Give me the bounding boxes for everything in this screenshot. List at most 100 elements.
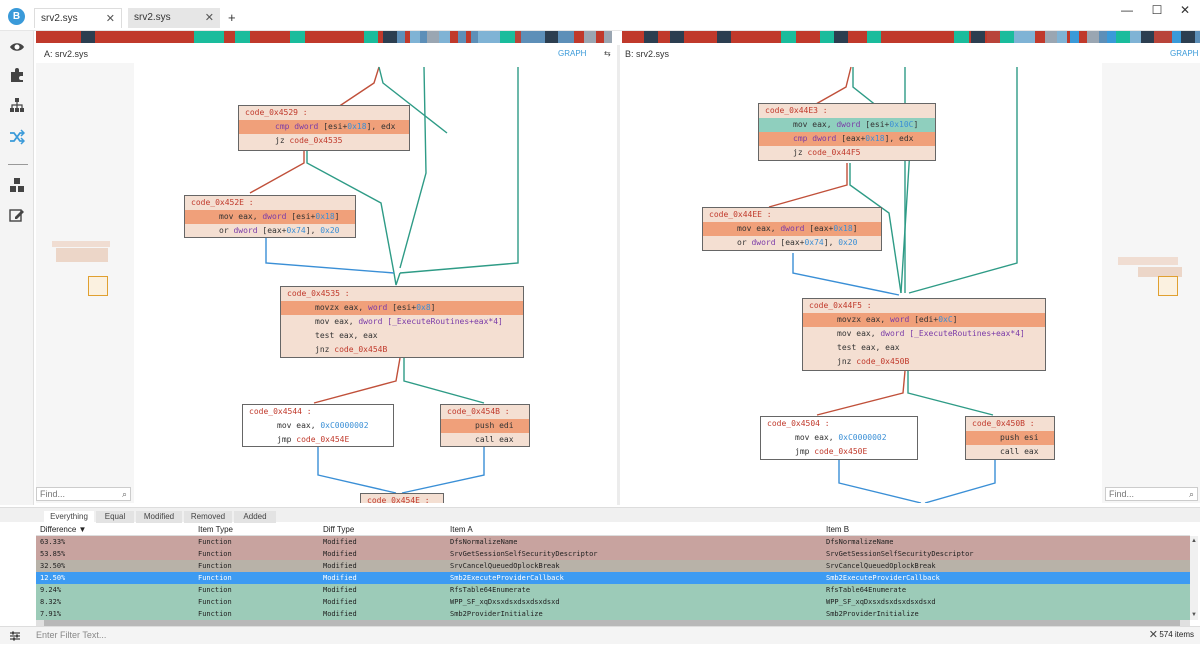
eye-icon[interactable] (8, 39, 26, 57)
minimap[interactable] (36, 63, 134, 503)
overview-segment (69, 31, 78, 43)
asm-line: test eax, eax (837, 343, 900, 352)
tab-file-b[interactable]: srv2.sys ✕ (128, 8, 220, 28)
sidebar (0, 31, 34, 505)
overview-segment (566, 31, 574, 43)
table-cell: Modified (323, 562, 357, 570)
code-block[interactable]: code_0x454E : (360, 493, 444, 503)
close-window-button[interactable]: ✕ (1170, 2, 1200, 18)
code-block[interactable]: code_0x44F5 : movzx eax, word [edi+0xC] … (802, 298, 1046, 371)
overview-segment (333, 31, 337, 43)
minimize-button[interactable]: — (1112, 2, 1142, 18)
cubes-icon[interactable] (8, 177, 26, 195)
table-row[interactable]: 7.91% Function Modified Smb2ProviderInitial… (36, 608, 1190, 620)
graph-mode-button[interactable]: GRAPH (558, 45, 586, 63)
code-block[interactable]: code_0x452E : mov eax, dword [esi+0x18] … (184, 195, 356, 238)
tab-modified[interactable]: Modified (136, 511, 182, 523)
column-header-diff-type[interactable]: Diff Type (323, 524, 354, 536)
overview-bar-a[interactable] (36, 31, 616, 43)
overview-segment (112, 31, 117, 43)
overview-segment (337, 31, 349, 43)
swap-icon[interactable]: ⇆ (604, 45, 611, 63)
graph-mode-button[interactable]: GRAPH (1170, 45, 1198, 63)
asm-line: call eax (1000, 447, 1039, 456)
settings-icon[interactable] (9, 630, 21, 645)
tab-equal[interactable]: Equal (96, 511, 134, 523)
overview-segment (305, 31, 313, 43)
filter-input[interactable]: Enter Filter Text... (36, 630, 106, 640)
tab-added[interactable]: Added (234, 511, 276, 523)
code-block[interactable]: code_0x454B : push edi call eax (440, 404, 530, 447)
overview-segment (806, 31, 814, 43)
column-header-difference[interactable]: Difference ▼ (40, 524, 86, 536)
close-icon[interactable]: ✕ (106, 9, 115, 29)
overview-segment (290, 31, 305, 43)
overview-segment (44, 31, 53, 43)
table-row[interactable]: 63.33% Function Modified DfsNormalizeName Df… (36, 536, 1190, 548)
overview-segment (834, 31, 848, 43)
maximize-button[interactable]: ☐ (1142, 2, 1172, 18)
scroll-up-icon[interactable]: ▲ (1191, 538, 1197, 544)
code-block[interactable]: code_0x44E3 : mov eax, dword [esi+0x10C]… (758, 103, 936, 161)
code-block[interactable]: code_0x4529 : cmp dword [esi+0x18], edx … (238, 105, 410, 151)
table-row[interactable]: 53.85% Function Modified SrvGetSessionSelfS… (36, 548, 1190, 560)
overview-segment (105, 31, 112, 43)
overview-segment (361, 31, 364, 43)
find-input[interactable]: Find... ⌕ (36, 487, 131, 501)
table-row[interactable]: 8.32% Function Modified WPP_SF_xqDxsxdsxdsx… (36, 596, 1190, 608)
overview-segment (888, 31, 897, 43)
overview-segment (939, 31, 943, 43)
overview-segment (397, 31, 405, 43)
close-icon[interactable]: ✕ (205, 8, 214, 28)
overview-segment (1130, 31, 1141, 43)
graph-view[interactable]: code_0x4529 : cmp dword [esi+0x18], edx … (134, 63, 616, 503)
clear-filter-icon[interactable]: ✕ (1149, 628, 1158, 641)
overview-segment (907, 31, 917, 43)
tab-removed[interactable]: Removed (184, 511, 232, 523)
overview-segment (224, 31, 227, 43)
overview-segment (171, 31, 180, 43)
shuffle-icon[interactable] (8, 129, 26, 147)
overview-segment (759, 31, 765, 43)
puzzle-icon[interactable] (8, 67, 26, 85)
table-row[interactable]: 32.50% Function Modified SrvCancelQueuedOpl… (36, 560, 1190, 572)
minimap-viewport[interactable] (1158, 276, 1178, 296)
vertical-scrollbar[interactable]: ▲ ▼ (1190, 536, 1198, 620)
code-block[interactable]: code_0x44EE : mov eax, dword [eax+0x18] … (702, 207, 882, 251)
tab-everything[interactable]: Everything (44, 511, 94, 523)
asm-line: mov eax, dword [_ExecuteRoutines+eax*4] (837, 329, 1025, 338)
overview-segment (985, 31, 987, 43)
table-row[interactable]: 12.50% Function Modified Smb2ExecuteProvide… (36, 572, 1190, 584)
search-icon[interactable]: ⌕ (122, 488, 127, 500)
find-input[interactable]: Find... ⌕ (1105, 487, 1198, 501)
code-block[interactable]: code_0x4544 : mov eax, 0xC0000002 jmp co… (242, 404, 394, 447)
column-header-item-b[interactable]: Item B (826, 524, 849, 536)
minimap-viewport[interactable] (88, 276, 108, 296)
overview-segment (410, 31, 420, 43)
pane-splitter[interactable] (617, 45, 620, 505)
overview-segment (698, 31, 704, 43)
graph-view[interactable]: code_0x44E3 : mov eax, dword [esi+0x10C]… (621, 63, 1101, 503)
minimap[interactable] (1102, 63, 1200, 503)
tab-file-a[interactable]: srv2.sys ✕ (34, 8, 122, 28)
overview-segment (450, 31, 453, 43)
scroll-down-icon[interactable]: ▼ (1191, 612, 1197, 618)
code-block[interactable]: code_0x4504 : mov eax, 0xC0000002 jmp co… (760, 416, 918, 460)
edit-icon[interactable] (8, 207, 26, 225)
overview-segment (943, 31, 954, 43)
overview-segment (574, 31, 579, 43)
overview-segment (143, 31, 151, 43)
column-header-item-a[interactable]: Item A (450, 524, 473, 536)
overview-segment (286, 31, 290, 43)
table-row[interactable]: 9.24% Function Modified RfsTable64Enumerate… (36, 584, 1190, 596)
new-tab-button[interactable]: + (228, 8, 236, 28)
column-header-item-type[interactable]: Item Type (198, 524, 233, 536)
overview-bar-b[interactable] (622, 31, 1200, 43)
code-block[interactable]: code_0x450B : push esi call eax (965, 416, 1055, 460)
overview-segment (458, 31, 466, 43)
asm-line: cmp dword [esi+0x18], edx (239, 120, 409, 134)
code-block[interactable]: code_0x4535 : movzx eax, word [esi+0x8] … (280, 286, 524, 358)
overview-segment (954, 31, 969, 43)
search-icon[interactable]: ⌕ (1189, 488, 1194, 500)
hierarchy-icon[interactable] (8, 97, 26, 115)
